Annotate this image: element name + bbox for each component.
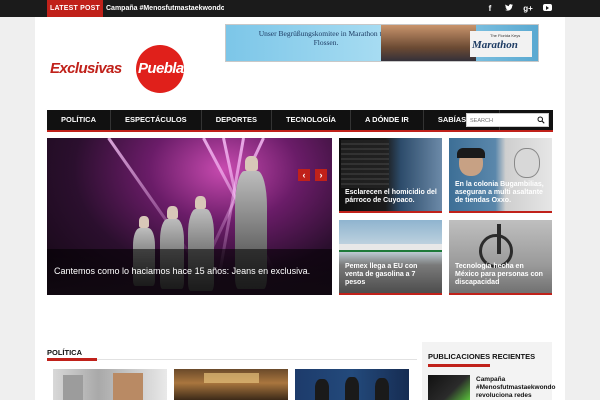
page-container: Exclusivas Puebla Unser Begrüßungskomite…: [35, 17, 565, 400]
performer-head: [167, 206, 178, 219]
twitter-icon[interactable]: [504, 4, 514, 13]
post-thumbnail-detail: [63, 375, 83, 400]
sidebar-accent-bar: [428, 364, 490, 367]
banner-ad-text: Unser Begrüßungskomitee in Marathon träg…: [258, 29, 394, 47]
thumb-title: Esclarecen el homicidio del párroco de C…: [345, 189, 437, 204]
latest-post-ticker[interactable]: Campaña #Menosfutmastaekwondo revolu: [106, 0, 224, 17]
sidebar-recent-posts: PUBLICACIONES RECIENTES Campaña #Menosfu…: [422, 342, 555, 400]
slider-prev-button[interactable]: ‹: [298, 169, 310, 181]
performer-head: [245, 156, 258, 171]
featured-post-thumb[interactable]: Tecnología hecha en México para personas…: [449, 220, 552, 295]
nav-menu: POLÍTICA ESPECTÁCULOS DEPORTES TECNOLOGÍ…: [47, 110, 500, 130]
thumb-title: Pemex llega a EU con venta de gasolina a…: [345, 263, 418, 286]
post-thumbnail-detail: [113, 373, 143, 400]
thumb-image-document: [341, 140, 389, 188]
latest-post-label: LATEST POST: [47, 0, 103, 17]
nav-item-politica[interactable]: POLÍTICA: [47, 110, 111, 130]
nav-item-espectaculos[interactable]: ESPECTÁCULOS: [111, 110, 202, 130]
post-thumbnail-detail: [375, 378, 389, 400]
section-accent-bar: [47, 358, 97, 361]
post-thumbnail[interactable]: [295, 369, 409, 400]
banner-ad-logo: The Florida Keys Marathon: [470, 31, 532, 57]
thumb-image-frame: [497, 224, 501, 254]
recent-post-thumbnail[interactable]: [428, 375, 470, 400]
youtube-icon[interactable]: [542, 4, 552, 13]
post-thumbnail-detail: [345, 377, 359, 400]
banner-ad-photo: [381, 25, 476, 61]
featured-post-thumb[interactable]: En la colonia Bugambilias, aseguran a mu…: [449, 138, 552, 213]
post-thumbnail-detail: [315, 379, 329, 400]
post-thumbnail[interactable]: [53, 369, 167, 400]
nav-item-tecnologia[interactable]: TECNOLOGÍA: [272, 110, 351, 130]
banner-ad-logo-tagline: The Florida Keys: [490, 33, 521, 38]
hero-caption-text[interactable]: Cantemos como lo haciamos hace 15 años: …: [54, 266, 310, 277]
featured-post-thumb[interactable]: Esclarecen el homicidio del párroco de C…: [339, 138, 442, 213]
performer-head: [139, 216, 149, 228]
social-links: f g+: [485, 0, 552, 17]
nav-item-deportes[interactable]: DEPORTES: [202, 110, 272, 130]
hero-slide[interactable]: Cantemos como lo haciamos hace 15 años: …: [47, 138, 332, 295]
thumb-accent-bar: [449, 211, 552, 213]
section-divider: [47, 359, 417, 360]
post-thumbnail-detail: [204, 373, 259, 383]
thumb-title: Tecnología hecha en México para personas…: [455, 263, 543, 286]
slider-next-button[interactable]: ›: [315, 169, 327, 181]
main-navigation: POLÍTICA ESPECTÁCULOS DEPORTES TECNOLOGÍ…: [47, 110, 553, 132]
thumb-image-cap: [457, 148, 485, 158]
logo-text-primary: Exclusivas: [50, 60, 122, 77]
banner-ad[interactable]: Unser Begrüßungskomitee in Marathon träg…: [225, 24, 539, 62]
featured-post-thumb[interactable]: Pemex llega a EU con venta de gasolina a…: [339, 220, 442, 295]
thumb-title: En la colonia Bugambilias, aseguran a mu…: [455, 181, 544, 204]
google-plus-icon[interactable]: g+: [523, 4, 533, 13]
search-box: [466, 113, 549, 127]
sidebar-title: PUBLICACIONES RECIENTES: [428, 352, 536, 361]
section-title-politica[interactable]: POLÍTICA: [47, 348, 82, 357]
logo-text-secondary: Puebla: [138, 60, 184, 77]
site-logo[interactable]: Exclusivas Puebla: [50, 45, 190, 95]
performer-head: [195, 196, 206, 209]
recent-post-title[interactable]: Campaña #Menosfutmastaekwondo revolucion…: [476, 376, 555, 400]
facebook-icon[interactable]: f: [485, 4, 495, 13]
top-bar: LATEST POST Campaña #Menosfutmastaekwond…: [0, 0, 600, 17]
search-icon[interactable]: [537, 116, 545, 124]
banner-ad-logo-name: Marathon: [472, 39, 518, 51]
thumb-image-sketch: [514, 148, 540, 178]
thumb-accent-bar: [449, 293, 552, 295]
hero-caption: Cantemos como lo haciamos hace 15 años: …: [47, 249, 332, 295]
thumb-accent-bar: [339, 211, 442, 213]
thumb-image-station-roof: [339, 244, 442, 252]
thumb-accent-bar: [339, 293, 442, 295]
search-input[interactable]: [470, 115, 532, 126]
nav-item-a-donde-ir[interactable]: A DÓNDE IR: [351, 110, 424, 130]
post-thumbnail[interactable]: [174, 369, 288, 400]
